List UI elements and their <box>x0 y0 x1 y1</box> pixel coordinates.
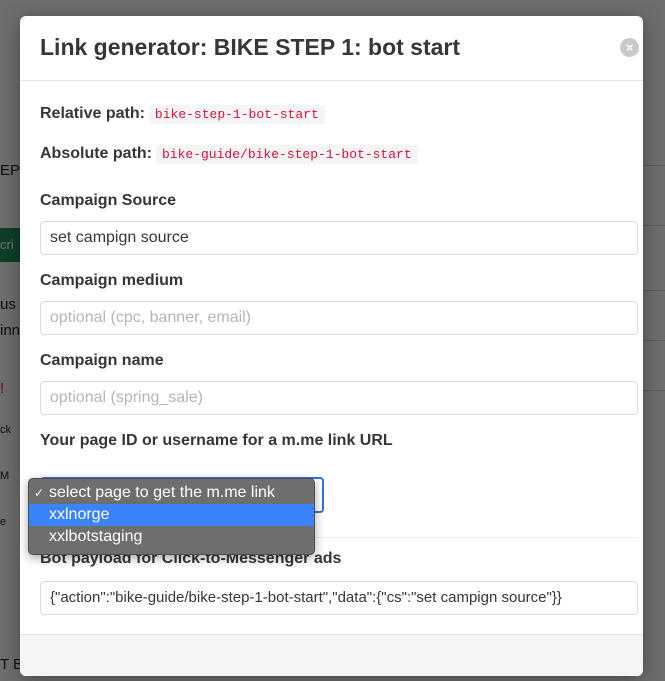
link-generator-modal: Link generator: BIKE STEP 1: bot start ×… <box>20 16 643 676</box>
absolute-path-row: Absolute path: bike-guide/bike-step-1-bot… <box>40 145 418 164</box>
option-label: select page to get the m.me link <box>49 484 275 501</box>
modal-header: Link generator: BIKE STEP 1: bot start × <box>20 16 643 81</box>
close-icon[interactable]: × <box>620 38 639 57</box>
relative-path-row: Relative path: bike-step-1-bot-start <box>40 105 325 124</box>
campaign-source-input[interactable]: set campign source <box>40 221 638 255</box>
dropdown-option-xxlbotstaging[interactable]: xxlbotstaging <box>29 526 314 548</box>
absolute-path-value: bike-guide/bike-step-1-bot-start <box>156 145 418 164</box>
campaign-medium-label: Campaign medium <box>40 272 184 289</box>
campaign-name-label: Campaign name <box>40 352 164 369</box>
absolute-path-label: Absolute path: <box>40 145 152 162</box>
campaign-source-label: Campaign Source <box>40 192 177 209</box>
modal-footer <box>20 634 643 676</box>
option-label: xxlnorge <box>49 506 110 523</box>
page-id-label: Your page ID or username for a m.me link… <box>40 432 393 449</box>
page-id-dropdown-menu: ✓ select page to get the m.me link xxlno… <box>28 478 315 555</box>
modal-body: Relative path: bike-step-1-bot-start Abso… <box>20 81 643 634</box>
bot-payload-input[interactable]: {"action":"bike-guide/bike-step-1-bot-st… <box>40 581 638 615</box>
option-label: xxlbotstaging <box>49 528 143 545</box>
relative-path-label: Relative path: <box>40 105 145 122</box>
campaign-medium-input[interactable]: optional (cpc, banner, email) <box>40 301 638 335</box>
dropdown-option-xxlnorge[interactable]: xxlnorge <box>29 504 314 526</box>
modal-title: Link generator: BIKE STEP 1: bot start <box>40 34 461 60</box>
checkmark-icon: ✓ <box>34 486 45 500</box>
relative-path-value: bike-step-1-bot-start <box>148 105 325 124</box>
campaign-name-input[interactable]: optional (spring_sale) <box>40 381 638 415</box>
dropdown-option-placeholder[interactable]: ✓ select page to get the m.me link <box>29 482 314 504</box>
